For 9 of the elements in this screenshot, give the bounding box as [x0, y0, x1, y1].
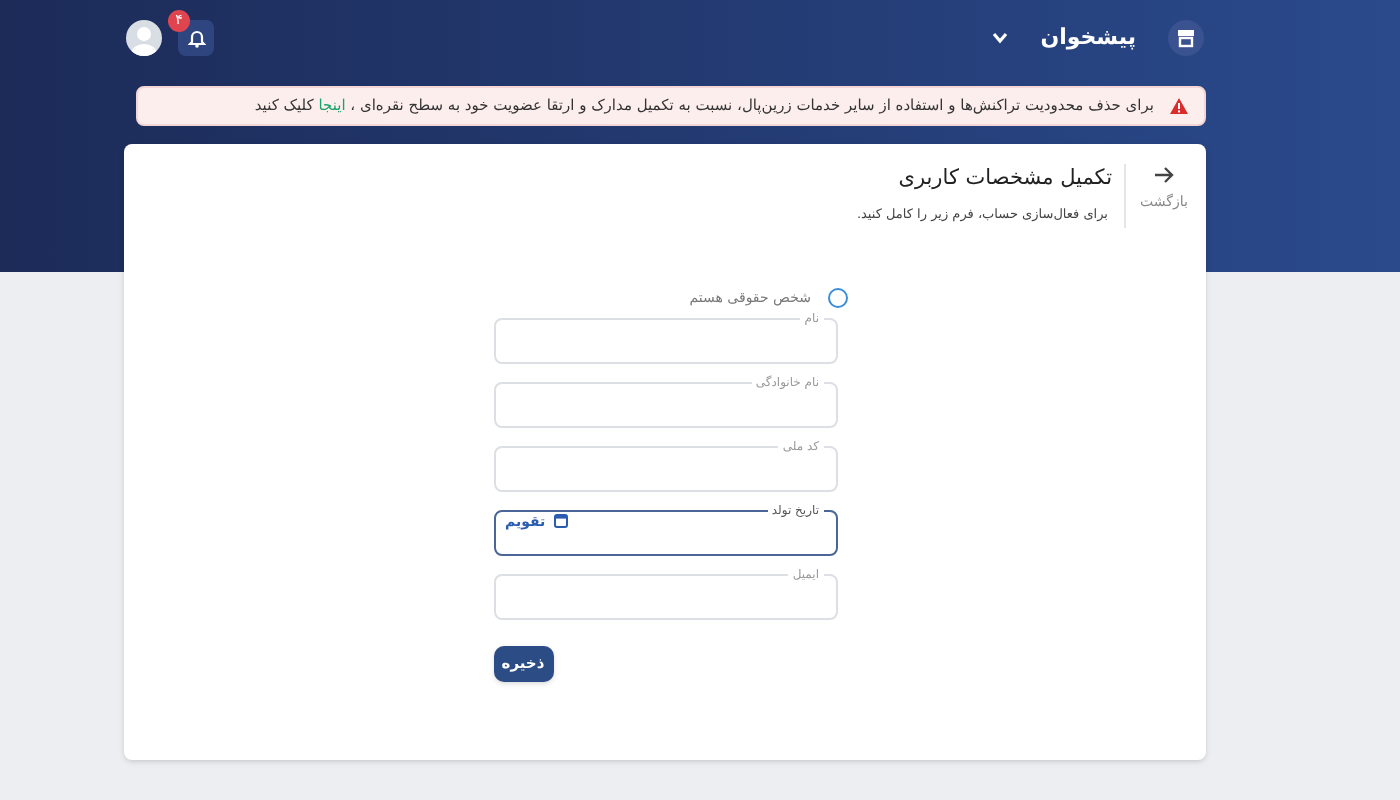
bell-icon — [187, 28, 205, 48]
radio-button[interactable] — [827, 288, 847, 309]
notification-button[interactable] — [178, 20, 214, 56]
warning-icon — [1170, 98, 1188, 114]
chevron-down-icon[interactable] — [992, 32, 1009, 44]
menu-label[interactable]: پیشخوان — [1040, 21, 1136, 55]
page-title: تکمیل مشخصات کاربری — [896, 164, 1112, 194]
calendar-icon — [553, 514, 568, 529]
arrow-right-icon — [1154, 166, 1174, 184]
